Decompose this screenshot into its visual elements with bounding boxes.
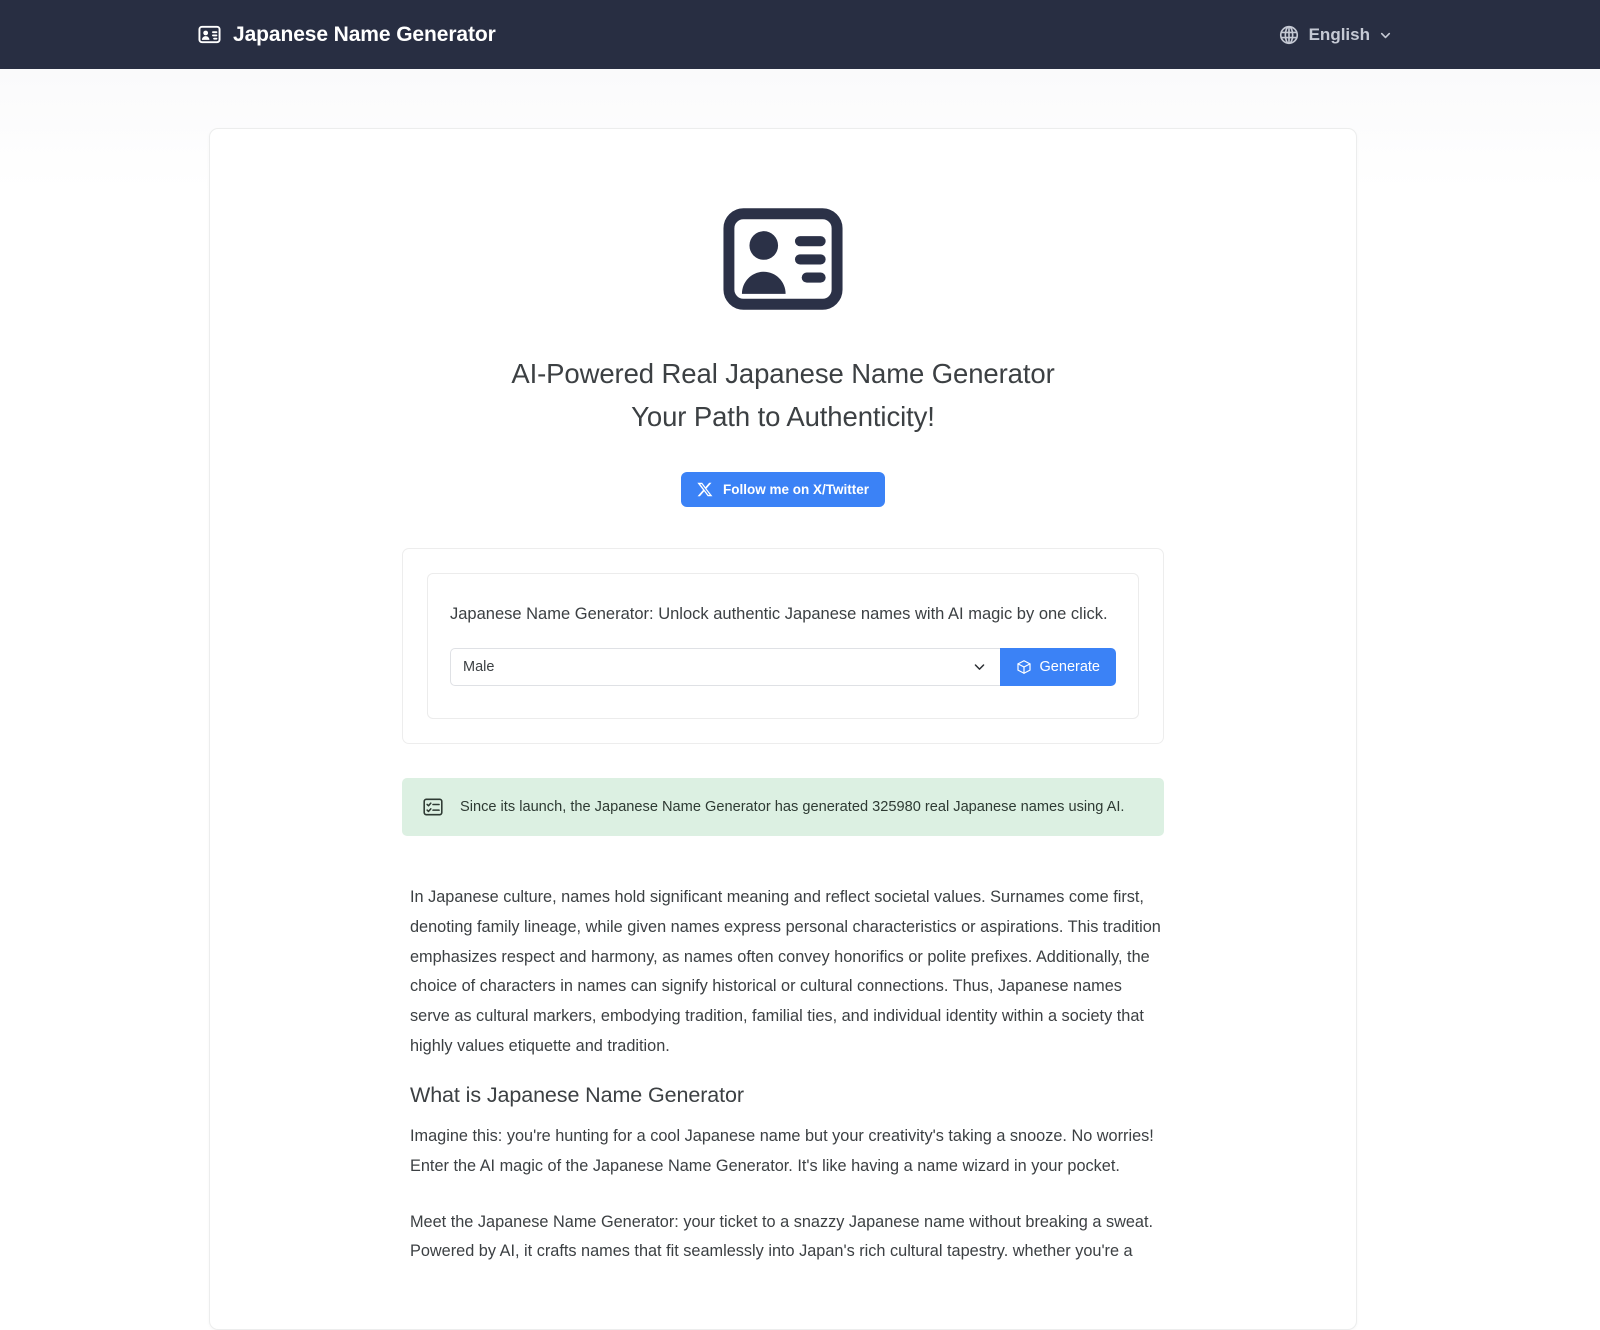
globe-icon (1278, 24, 1300, 46)
generator-description: Japanese Name Generator: Unlock authenti… (450, 603, 1116, 626)
gender-select-value: Male (463, 659, 494, 675)
twitter-button-wrapper: Follow me on X/Twitter (210, 472, 1356, 507)
generate-button[interactable]: Generate (1000, 648, 1116, 686)
hero-icon-wrapper (210, 207, 1356, 311)
cube-icon (1016, 659, 1032, 675)
main-content-card: AI-Powered Real Japanese Name Generator … (209, 128, 1357, 1330)
id-card-icon (198, 23, 221, 46)
follow-twitter-button[interactable]: Follow me on X/Twitter (681, 472, 885, 507)
id-card-icon (720, 207, 846, 311)
brand-logo[interactable]: Japanese Name Generator (198, 23, 496, 47)
article-section: In Japanese culture, names hold signific… (410, 883, 1164, 1267)
x-twitter-icon (697, 481, 714, 498)
page-title-line-1: AI-Powered Real Japanese Name Generator (511, 358, 1054, 389)
article-section-heading: What is Japanese Name Generator (410, 1083, 1164, 1108)
page-title-line-2: Your Path to Authenticity! (210, 396, 1356, 439)
top-navbar: Japanese Name Generator English (0, 0, 1600, 69)
page-title: AI-Powered Real Japanese Name Generator … (210, 353, 1356, 438)
stats-banner: Since its launch, the Japanese Name Gene… (402, 778, 1164, 836)
chevron-down-icon (1379, 27, 1392, 42)
hero-section: AI-Powered Real Japanese Name Generator … (210, 129, 1356, 507)
stats-banner-text: Since its launch, the Japanese Name Gene… (460, 797, 1124, 817)
article-paragraph-1: Imagine this: you're hunting for a cool … (410, 1122, 1164, 1181)
generator-form-inner: Japanese Name Generator: Unlock authenti… (427, 573, 1139, 719)
article-paragraph-2: Meet the Japanese Name Generator: your t… (410, 1208, 1164, 1267)
list-check-icon (422, 796, 444, 818)
follow-twitter-label: Follow me on X/Twitter (723, 482, 869, 497)
article-intro-paragraph: In Japanese culture, names hold signific… (410, 883, 1164, 1061)
gender-select[interactable]: Male (450, 648, 1000, 686)
generator-form-card: Japanese Name Generator: Unlock authenti… (402, 548, 1164, 744)
brand-label: Japanese Name Generator (233, 23, 496, 47)
language-switcher[interactable]: English (1268, 18, 1402, 52)
generate-button-label: Generate (1040, 659, 1100, 675)
generator-input-row: Male Generate (450, 648, 1116, 686)
language-label: English (1309, 25, 1370, 45)
